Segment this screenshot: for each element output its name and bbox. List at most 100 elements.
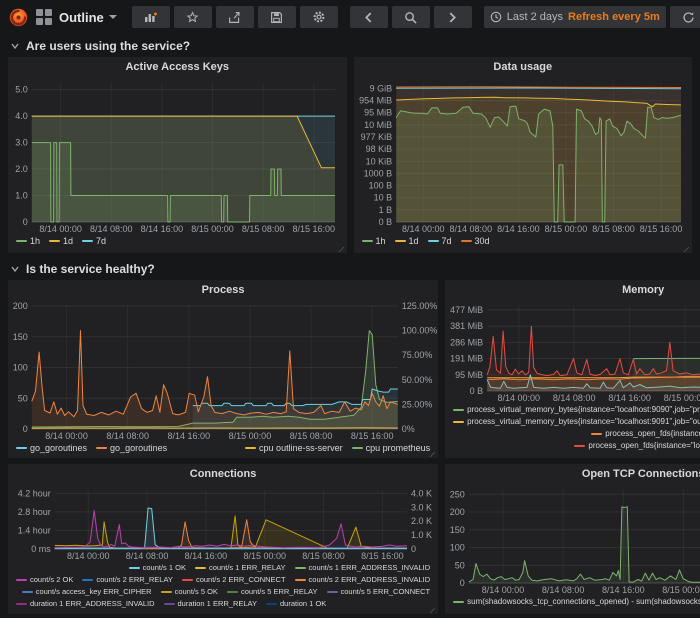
- grafana-logo-icon[interactable]: [8, 7, 29, 28]
- legend-item[interactable]: count/s 2 ERR_CONNECT: [182, 574, 286, 586]
- section-header[interactable]: Are users using the service?: [0, 34, 700, 57]
- legend-swatch: [129, 567, 140, 569]
- dashboard-body: Are users using the service?Active Acces…: [0, 34, 700, 618]
- legend-item[interactable]: 1d: [395, 235, 419, 247]
- zoom-out-button[interactable]: [392, 6, 430, 28]
- legend-item[interactable]: count/s 1 ERR_ADDRESS_INVALID: [295, 562, 431, 574]
- legend-item[interactable]: cpu outline-ss-server: [245, 442, 343, 454]
- legend-swatch: [453, 409, 464, 411]
- legend-swatch: [266, 603, 277, 605]
- panel-title[interactable]: Connections: [8, 464, 438, 484]
- y-axis-tick-label: 1.4 hour: [18, 525, 51, 535]
- legend: count/s 1 OK count/s 1 ERR_RELAY count/s 1…: [8, 562, 438, 613]
- y-axis-tick-label: 150: [450, 525, 465, 535]
- legend-item[interactable]: count/s 2 ERR_RELAY: [82, 574, 173, 586]
- y-axis-tick-label: 3.0: [15, 138, 28, 148]
- dashboards-grid-icon[interactable]: [36, 9, 52, 25]
- save-button[interactable]: [258, 6, 296, 28]
- legend-item[interactable]: process_open_fds{instance="localhost:909…: [574, 440, 700, 452]
- legend-label: count/s 2 ERR_CONNECT: [196, 574, 286, 586]
- panel-title[interactable]: Active Access Keys: [8, 57, 347, 77]
- legend-item[interactable]: 1h: [362, 235, 386, 247]
- y-axis-tick-label: 10 KiB: [365, 156, 392, 166]
- panel: Connections4.2 hour2.8 hour1.4 hour0 ms4…: [8, 464, 438, 614]
- legend-label: duration 1 ERR_ADDRESS_INVALID: [30, 598, 155, 610]
- legend-item[interactable]: duration 1 ERR_RELAY: [164, 598, 258, 610]
- settings-button[interactable]: [300, 6, 338, 28]
- panel-title[interactable]: Process: [8, 280, 438, 300]
- x-axis-tick-label: 8/14 08:00: [542, 585, 585, 595]
- legend-item[interactable]: count/s 2 ERR_ADDRESS_INVALID: [295, 574, 431, 586]
- legend-item[interactable]: count/s 5 ERR_RELAY: [227, 586, 318, 598]
- x-axis-tick-label: 8/15 16:00: [351, 431, 394, 441]
- panel-title[interactable]: Memory: [445, 280, 700, 300]
- chart-area[interactable]: 9 GiB954 MiB95 MiB10 MiB977 KiB98 KiB10 …: [354, 77, 693, 235]
- legend-item[interactable]: process_virtual_memory_bytes{instance="l…: [453, 404, 700, 416]
- legend-swatch: [574, 445, 585, 447]
- add-panel-button[interactable]: [132, 6, 170, 28]
- chart-area[interactable]: 200150100500125.00%100.00%75.00%50.00%25…: [8, 300, 438, 442]
- y-axis-tick-label: 2.8 hour: [18, 507, 51, 517]
- x-axis-tick-label: 8/14 08:00: [126, 551, 169, 561]
- chart-area[interactable]: 5.04.03.02.01.008/14 00:008/14 08:008/14…: [8, 77, 347, 235]
- time-forward-button[interactable]: [434, 6, 472, 28]
- x-axis-tick-label: 8/15 16:00: [293, 224, 336, 234]
- legend: process_virtual_memory_bytes{instance="l…: [445, 404, 700, 455]
- series-line: [396, 87, 681, 88]
- legend-item[interactable]: 30d: [461, 235, 490, 247]
- legend-label: process_virtual_memory_bytes{instance="l…: [467, 416, 700, 428]
- y2-axis-tick-label: 2.0 K: [411, 516, 432, 526]
- legend-item[interactable]: process_virtual_memory_bytes{instance="l…: [453, 416, 700, 428]
- y-axis-tick-label: 0: [460, 578, 465, 588]
- legend-label: 1h: [376, 235, 386, 247]
- legend-item[interactable]: 7d: [82, 235, 106, 247]
- legend-swatch: [295, 567, 306, 569]
- legend-item[interactable]: 1h: [16, 235, 40, 247]
- legend-item[interactable]: count/s 1 ERR_RELAY: [195, 562, 286, 574]
- panel: Active Access Keys5.04.03.02.01.008/14 0…: [8, 57, 347, 253]
- time-picker-button[interactable]: Last 2 days Refresh every 5m: [484, 6, 666, 28]
- chart-area[interactable]: 4.2 hour2.8 hour1.4 hour0 ms4.0 K3.0 K2.…: [8, 484, 438, 562]
- legend-swatch: [16, 579, 27, 581]
- legend-item[interactable]: count/s 5 ERR_CONNECT: [327, 586, 431, 598]
- legend-swatch: [327, 591, 338, 593]
- legend-item[interactable]: count/s 2 OK: [16, 574, 73, 586]
- legend-item[interactable]: process_open_fds{instance="localhost:909…: [591, 428, 700, 440]
- panel-title[interactable]: Data usage: [354, 57, 693, 77]
- legend-item[interactable]: 7d: [428, 235, 452, 247]
- legend-label: count/s 1 OK: [143, 562, 186, 574]
- y-axis-tick-label: 150: [13, 332, 28, 342]
- legend-item[interactable]: go_goroutines: [96, 442, 167, 454]
- legend-swatch: [591, 433, 602, 435]
- x-axis-tick-label: 8/14 00:00: [39, 224, 82, 234]
- legend-item[interactable]: go_goroutines: [16, 442, 87, 454]
- legend-item[interactable]: sum(shadowsocks_tcp_connections_opened) …: [453, 596, 700, 608]
- section-header[interactable]: Is the service healthy?: [0, 257, 700, 280]
- legend-item[interactable]: count/s 5 OK: [161, 586, 218, 598]
- chart-area[interactable]: 477 MiB381 MiB286 MiB191 MiB95 MiB0 B200…: [445, 300, 700, 404]
- panel-title[interactable]: Open TCP Connections: [445, 464, 700, 484]
- y-axis-tick-label: 0: [23, 217, 28, 227]
- dashboard-title-dropdown[interactable]: Outline: [59, 10, 117, 25]
- legend-item[interactable]: 1d: [49, 235, 73, 247]
- x-axis-tick-label: 8/14 16:00: [608, 393, 651, 403]
- y-axis-tick-label: 100: [450, 543, 465, 553]
- time-back-button[interactable]: [350, 6, 388, 28]
- legend-item[interactable]: cpu prometheus: [352, 442, 431, 454]
- legend-item[interactable]: duration 1 OK: [266, 598, 326, 610]
- save-icon: [270, 11, 283, 24]
- legend-item[interactable]: duration 1 ERR_ADDRESS_INVALID: [16, 598, 155, 610]
- refresh-button[interactable]: [670, 6, 700, 28]
- star-button[interactable]: [174, 6, 212, 28]
- legend-item[interactable]: count/s 1 OK: [129, 562, 186, 574]
- magnifier-icon: [404, 11, 417, 24]
- legend-item[interactable]: count/s access_key ERR_CIPHER: [22, 586, 152, 598]
- add-panel-icon: [144, 11, 158, 23]
- legend-label: process_open_fds{instance="localhost:909…: [588, 440, 700, 452]
- share-button[interactable]: [216, 6, 254, 28]
- panel: Data usage9 GiB954 MiB95 MiB10 MiB977 Ki…: [354, 57, 693, 253]
- chart-area[interactable]: 2502001501005008/14 00:008/14 08:008/14 …: [445, 484, 700, 596]
- legend-swatch: [82, 240, 93, 242]
- legend-swatch: [227, 591, 238, 593]
- legend-swatch: [16, 240, 27, 242]
